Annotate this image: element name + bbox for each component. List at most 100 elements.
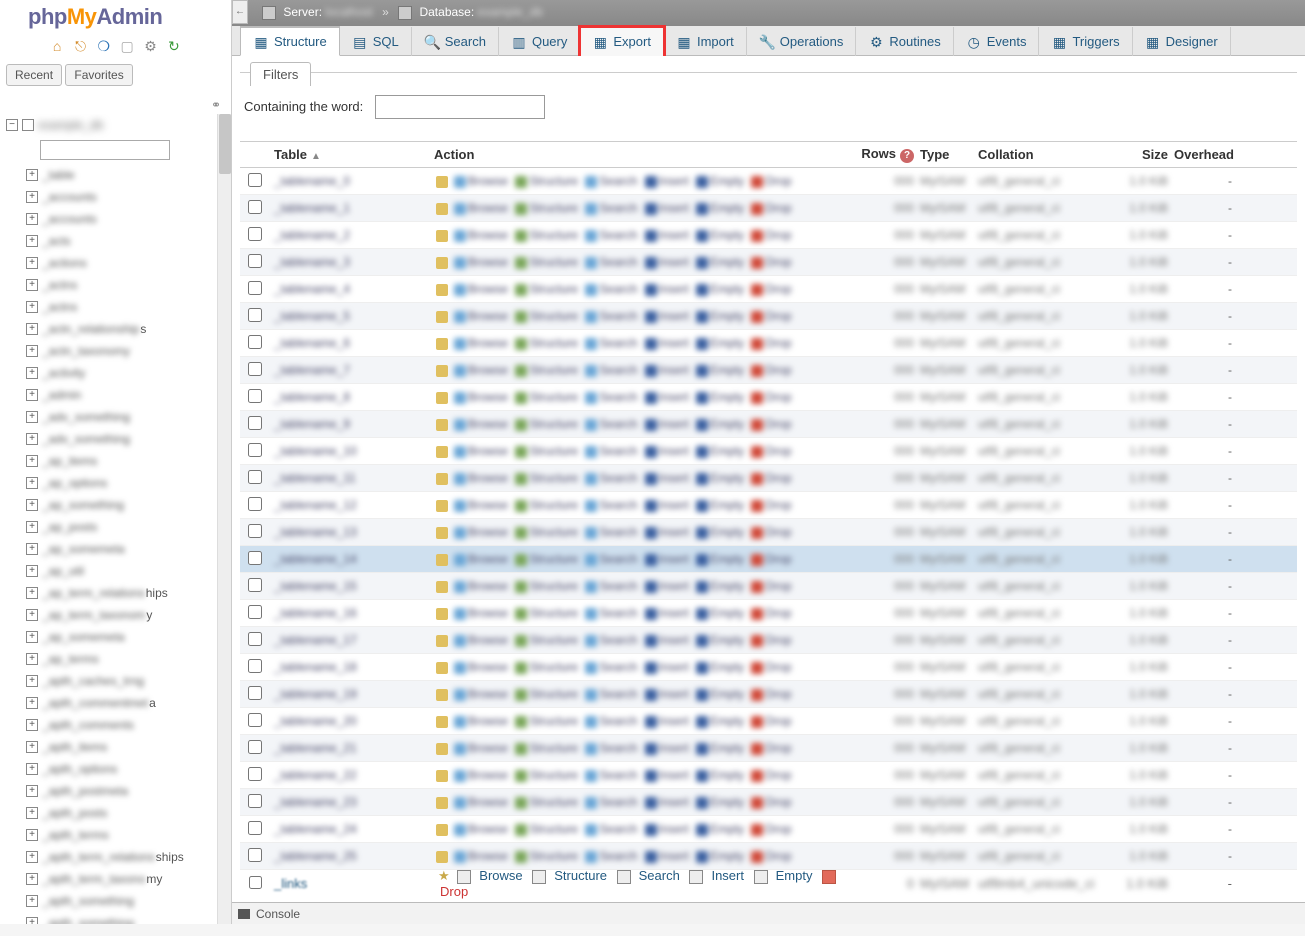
browse-link[interactable]: Browse — [468, 444, 508, 458]
row-checkbox[interactable] — [248, 524, 262, 538]
insert-link[interactable]: Insert — [659, 201, 689, 215]
search-link[interactable]: Search — [599, 552, 637, 566]
star-icon[interactable] — [436, 635, 448, 647]
search-link[interactable]: Search — [599, 822, 637, 836]
th-rows[interactable]: Rows — [861, 146, 896, 161]
tree-table-row[interactable]: +_apth_comments — [4, 714, 217, 736]
row-table-name[interactable]: _tablename_18 — [274, 660, 357, 674]
empty-link[interactable]: Empty — [710, 471, 744, 485]
structure-link[interactable]: Structure — [529, 336, 578, 350]
browse-link[interactable]: Browse — [468, 606, 508, 620]
console-bar[interactable]: Console — [232, 902, 1305, 924]
browse-link[interactable]: Browse — [468, 849, 508, 863]
search-link[interactable]: Search — [599, 741, 637, 755]
empty-link[interactable]: Empty — [710, 741, 744, 755]
row-table-name[interactable]: _tablename_22 — [274, 768, 357, 782]
tree-table-row[interactable]: +_accounts — [4, 186, 217, 208]
insert-link[interactable]: Insert — [659, 336, 689, 350]
structure-link[interactable]: Structure — [529, 201, 578, 215]
expand-icon[interactable]: + — [26, 367, 38, 379]
star-icon[interactable] — [436, 689, 448, 701]
row-table-name[interactable]: _tablename_15 — [274, 579, 357, 593]
drop-link[interactable]: Drop — [765, 282, 791, 296]
structure-link[interactable]: Structure — [529, 795, 578, 809]
sidebar-scrollbar[interactable] — [217, 114, 231, 924]
search-link[interactable]: Search — [599, 228, 637, 242]
structure-link[interactable]: Structure — [529, 228, 578, 242]
star-icon[interactable] — [436, 662, 448, 674]
drop-link[interactable]: Drop — [765, 201, 791, 215]
drop-link[interactable]: Drop — [765, 228, 791, 242]
insert-link[interactable]: Insert — [659, 795, 689, 809]
star-icon[interactable] — [436, 257, 448, 269]
tree-table-row[interactable]: +_actns — [4, 296, 217, 318]
row-table-name[interactable]: _tablename_20 — [274, 714, 357, 728]
drop-link[interactable]: Drop — [765, 174, 791, 188]
tree-table-row[interactable]: +_apth_options — [4, 758, 217, 780]
expand-icon[interactable]: + — [26, 455, 38, 467]
drop-link[interactable]: Drop — [765, 255, 791, 269]
search-link[interactable]: Search — [599, 390, 637, 404]
expand-icon[interactable]: + — [26, 543, 38, 555]
row-checkbox[interactable] — [248, 578, 262, 592]
tree-table-row[interactable]: +_ap_util — [4, 560, 217, 582]
tree-table-row[interactable]: +_adv_something — [4, 406, 217, 428]
tab-sql[interactable]: ▤SQL — [340, 27, 412, 57]
tree-table-row[interactable]: +_apth_items — [4, 736, 217, 758]
home-icon[interactable]: ⌂ — [49, 38, 65, 54]
row-checkbox[interactable] — [248, 497, 262, 511]
row-table-name[interactable]: _tablename_10 — [274, 444, 357, 458]
browse-link[interactable]: Browse — [468, 822, 508, 836]
search-link[interactable]: Search — [599, 417, 637, 431]
structure-link[interactable]: Structure — [529, 525, 578, 539]
star-icon[interactable] — [436, 716, 448, 728]
th-size[interactable]: Size — [1142, 147, 1168, 162]
expand-icon[interactable]: + — [26, 785, 38, 797]
structure-link[interactable]: Structure — [529, 417, 578, 431]
expand-icon[interactable]: + — [26, 763, 38, 775]
insert-link[interactable]: Insert — [659, 444, 689, 458]
insert-link[interactable]: Insert — [659, 417, 689, 431]
drop-link[interactable]: Drop — [765, 444, 791, 458]
expand-icon[interactable]: + — [26, 873, 38, 885]
insert-link[interactable]: Insert — [659, 498, 689, 512]
insert-link[interactable]: Insert — [711, 868, 744, 883]
row-table-name[interactable]: _tablename_9 — [274, 417, 350, 431]
insert-link[interactable]: Insert — [659, 768, 689, 782]
tree-table-row[interactable]: +_apth_caches_trng — [4, 670, 217, 692]
row-table-name[interactable]: _tablename_19 — [274, 687, 357, 701]
star-icon[interactable] — [436, 284, 448, 296]
tree-table-row[interactable]: +_acts — [4, 230, 217, 252]
expand-icon[interactable]: + — [26, 719, 38, 731]
search-link[interactable]: Search — [639, 868, 680, 883]
tab-structure[interactable]: ▦Structure — [240, 26, 340, 56]
star-icon[interactable] — [436, 743, 448, 755]
empty-link[interactable]: Empty — [710, 606, 744, 620]
browse-link[interactable]: Browse — [468, 579, 508, 593]
tree-table-row[interactable]: +_apth_commentmeta — [4, 692, 217, 714]
structure-link[interactable]: Structure — [529, 363, 578, 377]
star-icon[interactable] — [436, 203, 448, 215]
drop-link[interactable]: Drop — [765, 795, 791, 809]
structure-link[interactable]: Structure — [529, 174, 578, 188]
insert-link[interactable]: Insert — [659, 309, 689, 323]
expand-icon[interactable]: + — [26, 191, 38, 203]
structure-link[interactable]: Structure — [554, 868, 607, 883]
expand-icon[interactable]: + — [26, 895, 38, 907]
insert-link[interactable]: Insert — [659, 633, 689, 647]
row-checkbox[interactable] — [248, 713, 262, 727]
tab-events[interactable]: ◷Events — [954, 27, 1040, 57]
empty-link[interactable]: Empty — [710, 309, 744, 323]
structure-link[interactable]: Structure — [529, 471, 578, 485]
browse-link[interactable]: Browse — [468, 552, 508, 566]
drop-link[interactable]: Drop — [765, 768, 791, 782]
tree-table-row[interactable]: +_ap_somemeta — [4, 626, 217, 648]
browse-link[interactable]: Browse — [468, 390, 508, 404]
tree-table-row[interactable]: +_apth_term_taxonomy — [4, 868, 217, 890]
insert-link[interactable]: Insert — [659, 255, 689, 269]
link-icon[interactable]: ⚭ — [211, 98, 221, 112]
structure-link[interactable]: Structure — [529, 822, 578, 836]
db-filter-input[interactable] — [40, 140, 170, 160]
expand-icon[interactable]: + — [26, 587, 38, 599]
insert-link[interactable]: Insert — [659, 579, 689, 593]
